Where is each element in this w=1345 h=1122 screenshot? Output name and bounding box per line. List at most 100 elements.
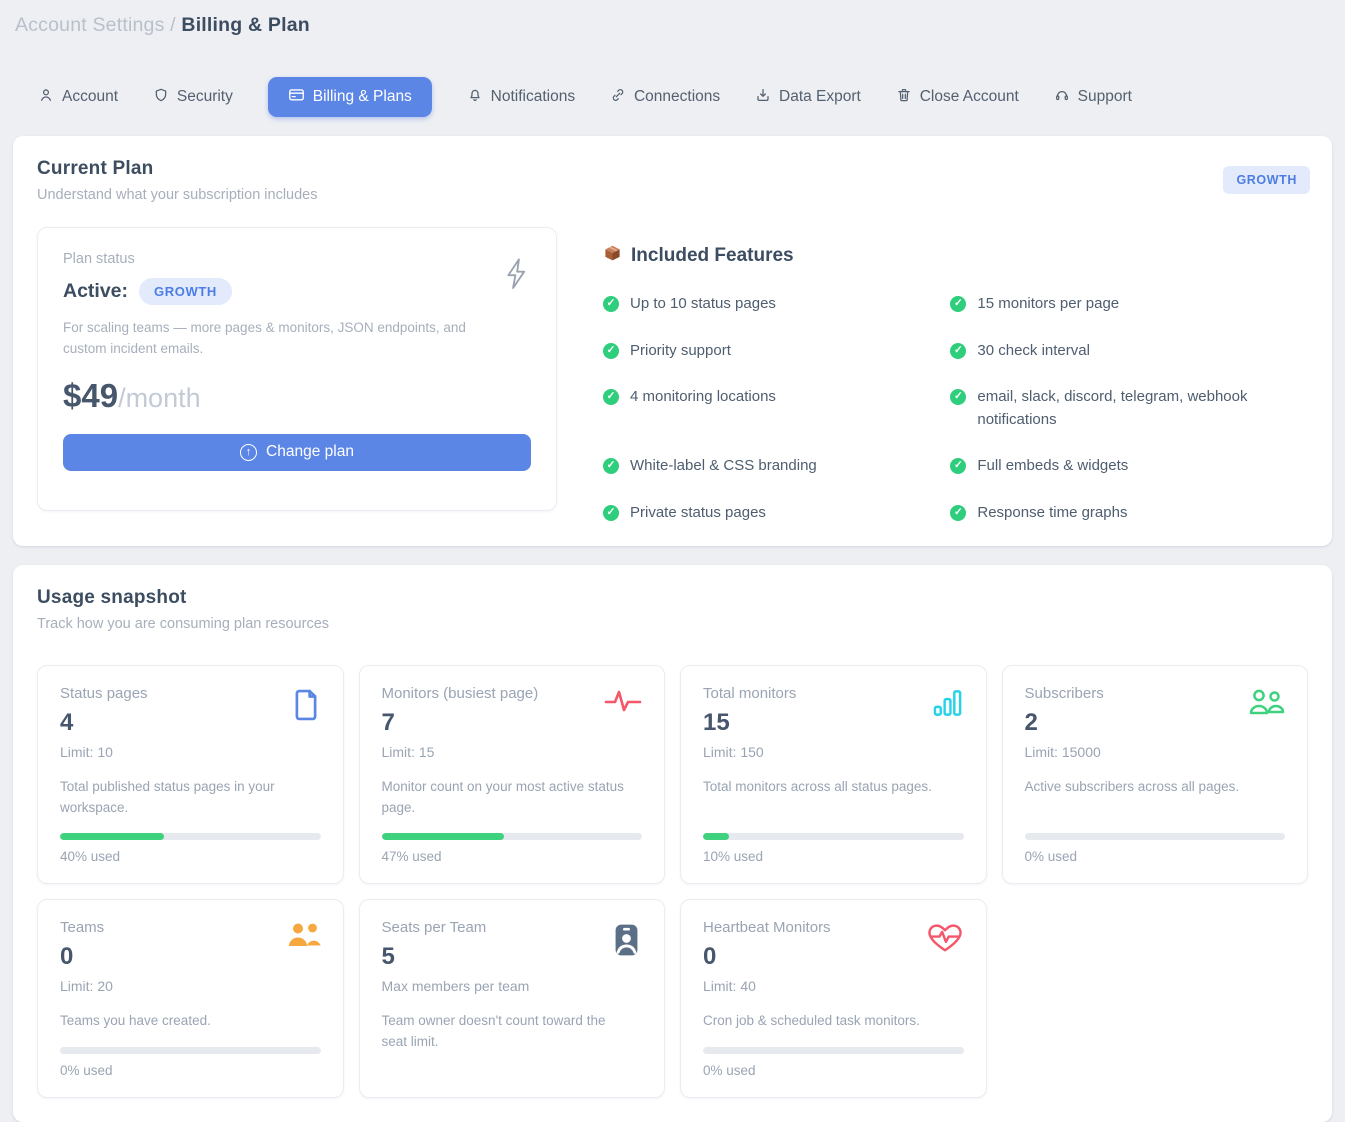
progress-track [703,1047,964,1054]
usage-card-total-monitors: Total monitors 15 Limit: 150 Total monit… [680,665,987,884]
plan-price-period: /month [118,383,201,414]
usage-percent: 10% used [703,849,964,864]
included-features-title: Included Features [631,245,794,267]
usage-limit: Limit: 150 [703,744,964,760]
current-plan-title: Current Plan [37,158,1308,180]
usage-limit: Limit: 20 [60,978,321,994]
usage-limit: Max members per team [382,978,643,994]
usage-label: Monitors (busiest page) [382,685,643,702]
usage-percent: 40% used [60,849,321,864]
check-circle-icon: ✓ [950,505,966,521]
usage-card-seats-per-team: Seats per Team 5 Max members per team Te… [359,899,666,1098]
file-icon [291,688,321,727]
usage-limit: Limit: 10 [60,744,321,760]
progress-fill [60,833,164,840]
usage-percent: 47% used [382,849,643,864]
check-circle-icon: ✓ [603,458,619,474]
check-circle-icon: ✓ [950,389,966,405]
feature-label: White-label & CSS branding [630,455,817,478]
feature-label: Private status pages [630,502,766,525]
tab-billing-plans[interactable]: Billing & Plans [268,77,432,117]
feature-item: ✓Full embeds & widgets [950,455,1280,478]
plan-status-card: Plan status Active: GROWTH For scaling t… [37,227,557,511]
tab-label: Support [1078,88,1132,106]
tab-label: Notifications [491,88,575,106]
tab-data-export[interactable]: Data Export [755,78,861,117]
usage-value: 0 [60,943,321,971]
usage-label: Subscribers [1025,685,1286,702]
tab-label: Billing & Plans [313,88,412,106]
tab-connections[interactable]: Connections [610,78,720,117]
usage-card-heartbeat-monitors: Heartbeat Monitors 0 Limit: 40 Cron job … [680,899,987,1098]
check-circle-icon: ✓ [950,343,966,359]
feature-label: 30 check interval [977,340,1090,363]
breadcrumb-section[interactable]: Account Settings / [15,14,176,36]
check-circle-icon: ✓ [603,296,619,312]
usage-card-status-pages: Status pages 4 Limit: 10 Total published… [37,665,344,884]
tab-label: Data Export [779,88,861,106]
feature-item: ✓ White-label & CSS branding [603,455,933,478]
progress-track [60,833,321,840]
check-circle-icon: ✓ [950,296,966,312]
usage-limit: Limit: 15000 [1025,744,1286,760]
usage-description: Cron job & scheduled task monitors. [703,1011,953,1032]
bar-chart-icon [933,688,964,723]
feature-item: ✓ Private status pages [603,502,933,525]
tab-label: Security [177,88,233,106]
activity-icon [604,688,642,719]
package-icon [603,243,622,268]
feature-label: 4 monitoring locations [630,386,776,409]
tab-label: Account [62,88,118,106]
usage-limit: Limit: 15 [382,744,643,760]
current-plan-panel: Current Plan Understand what your subscr… [13,136,1332,546]
usage-description: Total monitors across all status pages. [703,777,953,798]
heart-pulse-icon [926,922,964,959]
plan-price: $49 [63,377,118,415]
usage-description: Total published status pages in your wor… [60,777,310,819]
page-title: Billing & Plan [181,14,309,36]
check-circle-icon: ✓ [603,505,619,521]
check-circle-icon: ✓ [603,343,619,359]
usage-value: 15 [703,709,964,737]
usage-card-subscribers: Subscribers 2 Limit: 15000 Active subscr… [1002,665,1309,884]
usage-percent: 0% used [60,1063,321,1078]
bell-icon [467,87,483,108]
check-circle-icon: ✓ [950,458,966,474]
plan-badge: GROWTH [139,278,232,305]
tab-account[interactable]: Account [38,78,118,117]
tab-close-account[interactable]: Close Account [896,78,1019,117]
current-plan-subtitle: Understand what your subscription includ… [37,187,1308,203]
feature-item: ✓ email, slack, discord, telegram, webhoo… [950,386,1280,431]
headset-icon [1054,87,1070,108]
progress-track [1025,833,1286,840]
usage-snapshot-panel: Usage snapshot Track how you are consumi… [13,565,1332,1122]
credit-card-icon [288,86,305,108]
team-icon [287,922,321,953]
download-icon [755,87,771,108]
change-plan-button[interactable]: ↑ Change plan [63,434,531,471]
tab-support[interactable]: Support [1054,78,1132,117]
feature-item: ✓4 monitoring locations [603,386,933,409]
progress-fill [703,833,729,840]
tab-label: Close Account [920,88,1019,106]
usage-value: 0 [703,943,964,971]
usage-grid: Status pages 4 Limit: 10 Total published… [37,665,1308,1098]
tab-notifications[interactable]: Notifications [467,78,575,117]
usage-percent: 0% used [703,1063,964,1078]
feature-label: email, slack, discord, telegram, webhook… [977,386,1280,431]
tab-security[interactable]: Security [153,78,233,117]
feature-item: ✓Priority support [603,340,933,363]
usage-label: Total monitors [703,685,964,702]
feature-label: Response time graphs [977,502,1127,525]
usage-percent: 0% used [1025,849,1286,864]
feature-item: ✓ Response time graphs [950,502,1280,525]
progress-fill [382,833,504,840]
usage-value: 2 [1025,709,1286,737]
usage-label: Status pages [60,685,321,702]
feature-item: ✓15 monitors per page [950,293,1280,316]
billing-page: Account Settings / Billing & Plan Accoun… [0,0,1345,1122]
progress-track [60,1047,321,1054]
usage-subtitle: Track how you are consuming plan resourc… [37,616,1308,632]
settings-tab-bar: Account Security Billing & Plans Notific… [38,77,1132,117]
usage-label: Heartbeat Monitors [703,919,964,936]
